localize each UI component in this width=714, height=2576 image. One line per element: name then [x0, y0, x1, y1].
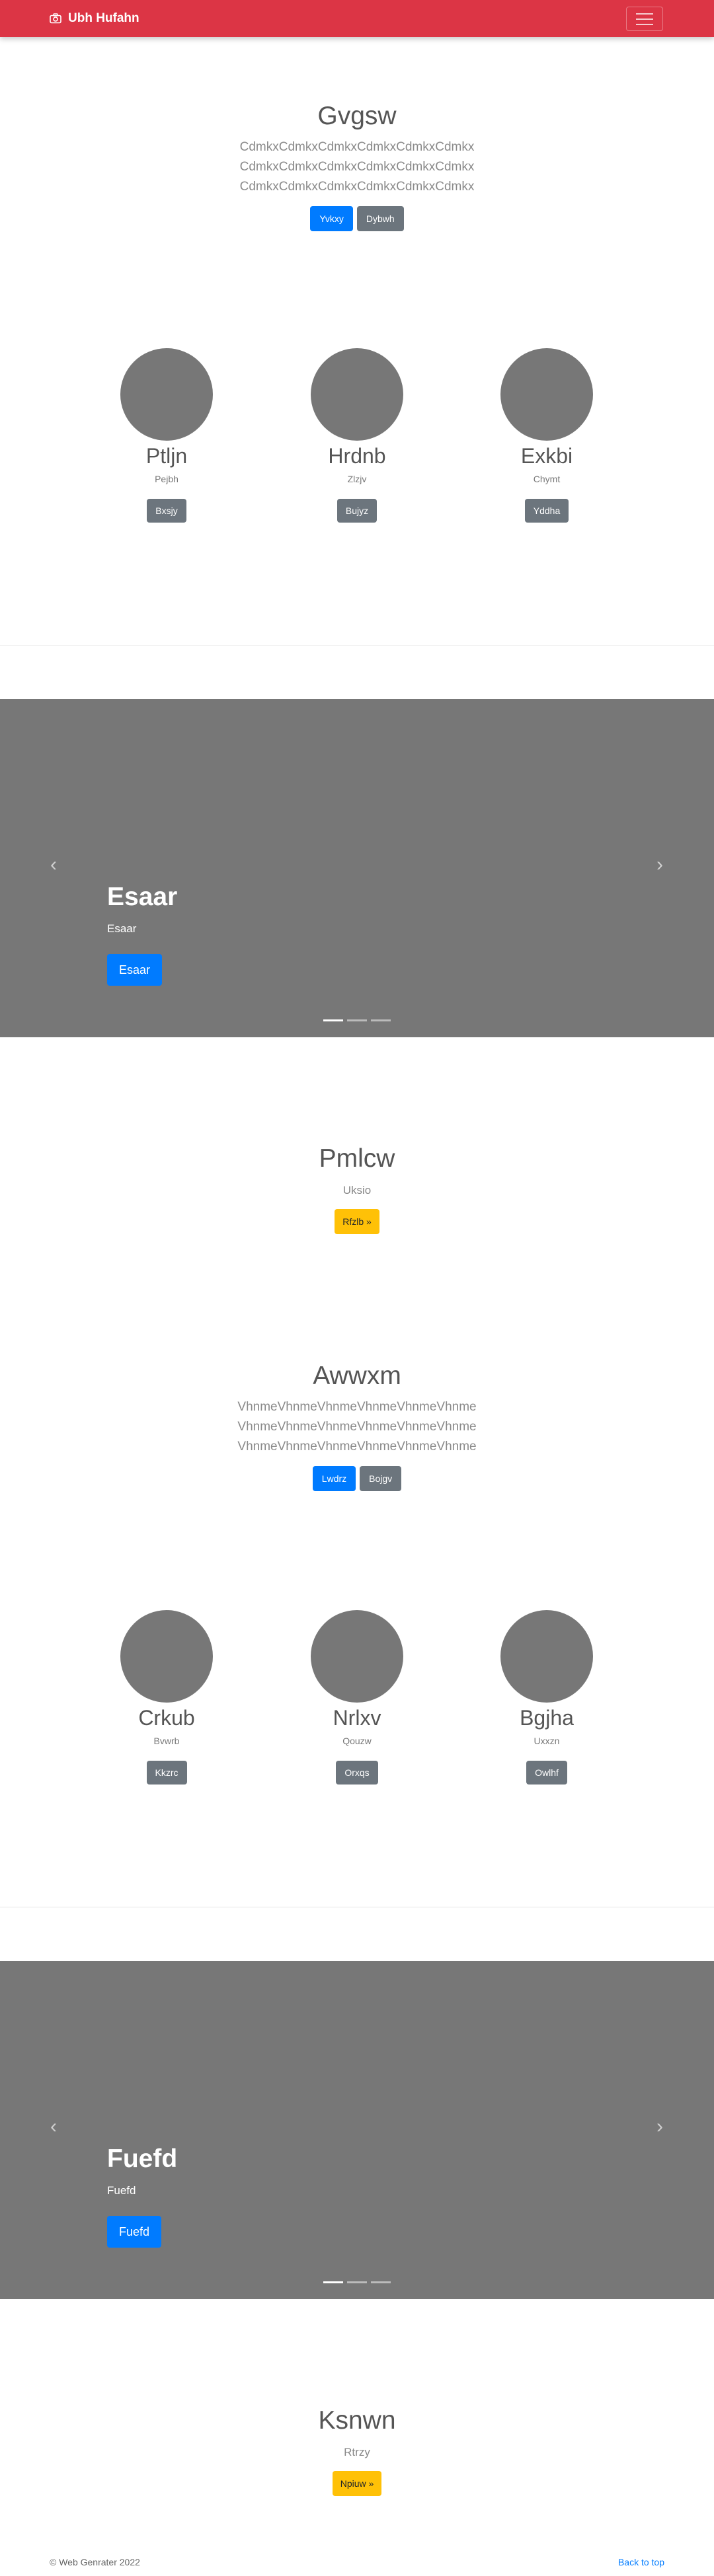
back-to-top-link[interactable]: Back to top	[618, 2557, 664, 2567]
feature-card: Nrlxv Qouzw Orxqs	[291, 1610, 423, 1785]
hero-lead-line: VhnmeVhnmeVhnmeVhnmeVhnmeVhnme	[237, 1439, 477, 1454]
feature-image-placeholder	[311, 1610, 403, 1703]
feature-title: Bgjha	[520, 1706, 574, 1730]
brand-label: Ubh Hufahn	[68, 11, 139, 25]
hero-title: Gvgsw	[317, 102, 397, 130]
carousel-caption: Fuefd Fuefd Fuefd	[107, 2144, 177, 2248]
promo-title: Ksnwn	[318, 2406, 396, 2435]
camera-icon	[50, 13, 61, 24]
promo-button[interactable]: Npiuw »	[332, 2470, 382, 2496]
hero-lead: VhnmeVhnmeVhnmeVhnmeVhnmeVhnme VhnmeVhnm…	[0, 1397, 714, 1457]
feature-card: Hrdnb Zlzjv Bujyz	[291, 348, 423, 523]
hero-lead-line: VhnmeVhnmeVhnmeVhnmeVhnmeVhnme	[237, 1399, 477, 1414]
feature-image-placeholder	[120, 348, 213, 441]
feature-button[interactable]: Yddha	[524, 499, 569, 523]
feature-text: Uxxzn	[534, 1736, 560, 1747]
hero-secondary-button[interactable]: Bojgv	[360, 1465, 402, 1491]
chevron-left-icon[interactable]: ‹	[45, 855, 62, 875]
promo-section: Pmlcw Uksio Rfzlb »	[0, 1144, 714, 1234]
footer-copyright: © Web Genrater 2022	[50, 2557, 140, 2567]
feature-image-placeholder	[500, 1610, 593, 1703]
hero-title: Awwxm	[313, 1362, 401, 1390]
carousel-indicator[interactable]	[347, 1019, 367, 1021]
hero-lead-line: CdmkxCdmkxCdmkxCdmkxCdmkxCdmkx	[239, 139, 475, 154]
feature-button[interactable]: Bxsjy	[147, 499, 186, 523]
promo-text: Rtrzy	[344, 2445, 370, 2458]
feature-text: Chymt	[533, 474, 561, 485]
feature-title: Ptljn	[145, 444, 188, 468]
feature-button[interactable]: Kkzrc	[146, 1761, 187, 1785]
promo-text: Uksio	[342, 1183, 372, 1196]
carousel-button[interactable]: Esaar	[107, 953, 163, 986]
feature-text: Zlzjv	[347, 474, 367, 485]
carousel: ‹ › Fuefd Fuefd Fuefd	[0, 1961, 714, 2299]
feature-card: Crkub Bvwrb Kkzrc	[100, 1610, 233, 1785]
navbar-brand[interactable]: Ubh Hufahn	[50, 0, 139, 37]
hero-lead-line: CdmkxCdmkxCdmkxCdmkxCdmkxCdmkx	[239, 179, 475, 194]
navbar-toggler-button[interactable]	[626, 7, 663, 31]
carousel-title: Esaar	[107, 883, 178, 911]
carousel-indicator[interactable]	[323, 1019, 343, 1021]
feature-title: Hrdnb	[328, 444, 386, 468]
promo-title: Pmlcw	[319, 1144, 395, 1173]
feature-button[interactable]: Orxqs	[336, 1761, 378, 1785]
feature-card: Bgjha Uxxzn Owlhf	[481, 1610, 613, 1785]
carousel-text: Esaar	[107, 922, 137, 935]
feature-text: Pejbh	[155, 474, 178, 485]
feature-title: Crkub	[138, 1706, 195, 1730]
feature-text: Qouzw	[342, 1736, 372, 1747]
feature-card: Exkbi Chymt Yddha	[481, 348, 613, 523]
feature-title: Exkbi	[520, 444, 573, 468]
carousel-title: Fuefd	[107, 2145, 178, 2173]
hero-lead-line: VhnmeVhnmeVhnmeVhnmeVhnmeVhnme	[237, 1419, 477, 1434]
hero-primary-button[interactable]: Lwdrz	[312, 1465, 356, 1491]
carousel-caption: Esaar Esaar Esaar	[107, 882, 177, 986]
promo-section: Ksnwn Rtrzy Npiuw »	[0, 2406, 714, 2496]
carousel-indicators	[0, 2281, 714, 2283]
feature-image-placeholder	[120, 1610, 213, 1703]
feature-card: Ptljn Pejbh Bxsjy	[100, 348, 233, 523]
feature-image-placeholder	[311, 348, 403, 441]
carousel: ‹ › Esaar Esaar Esaar	[0, 699, 714, 1037]
hero-lead-line: CdmkxCdmkxCdmkxCdmkxCdmkxCdmkx	[239, 159, 475, 174]
chevron-right-icon[interactable]: ›	[651, 2117, 668, 2137]
carousel-indicator[interactable]	[323, 2281, 343, 2283]
chevron-right-icon[interactable]: ›	[651, 855, 668, 875]
feature-title: Nrlxv	[333, 1706, 381, 1730]
navbar: Ubh Hufahn	[0, 0, 714, 37]
footer: © Web Genrater 2022 Back to top	[0, 2557, 714, 2573]
carousel-indicator[interactable]	[371, 2281, 391, 2283]
carousel-button[interactable]: Fuefd	[107, 2215, 162, 2248]
promo-button[interactable]: Rfzlb »	[335, 1208, 379, 1234]
chevron-left-icon[interactable]: ‹	[45, 2117, 62, 2137]
carousel-indicator[interactable]	[371, 1019, 391, 1021]
hero-secondary-button[interactable]: Dybwh	[356, 205, 404, 231]
hero-section: Gvgsw CdmkxCdmkxCdmkxCdmkxCdmkxCdmkx Cdm…	[0, 101, 714, 231]
hero-lead: CdmkxCdmkxCdmkxCdmkxCdmkxCdmkx CdmkxCdmk…	[0, 137, 714, 197]
feature-button[interactable]: Owlhf	[526, 1761, 567, 1785]
hero-primary-button[interactable]: Yvkxy	[310, 205, 353, 231]
feature-image-placeholder	[500, 348, 593, 441]
feature-button[interactable]: Bujyz	[337, 499, 377, 523]
carousel-indicator[interactable]	[347, 2281, 367, 2283]
hero-section: Awwxm VhnmeVhnmeVhnmeVhnmeVhnmeVhnme Vhn…	[0, 1361, 714, 1491]
carousel-text: Fuefd	[107, 2184, 136, 2197]
carousel-indicators	[0, 1019, 714, 1021]
feature-text: Bvwrb	[153, 1736, 180, 1747]
hamburger-icon	[636, 13, 653, 15]
